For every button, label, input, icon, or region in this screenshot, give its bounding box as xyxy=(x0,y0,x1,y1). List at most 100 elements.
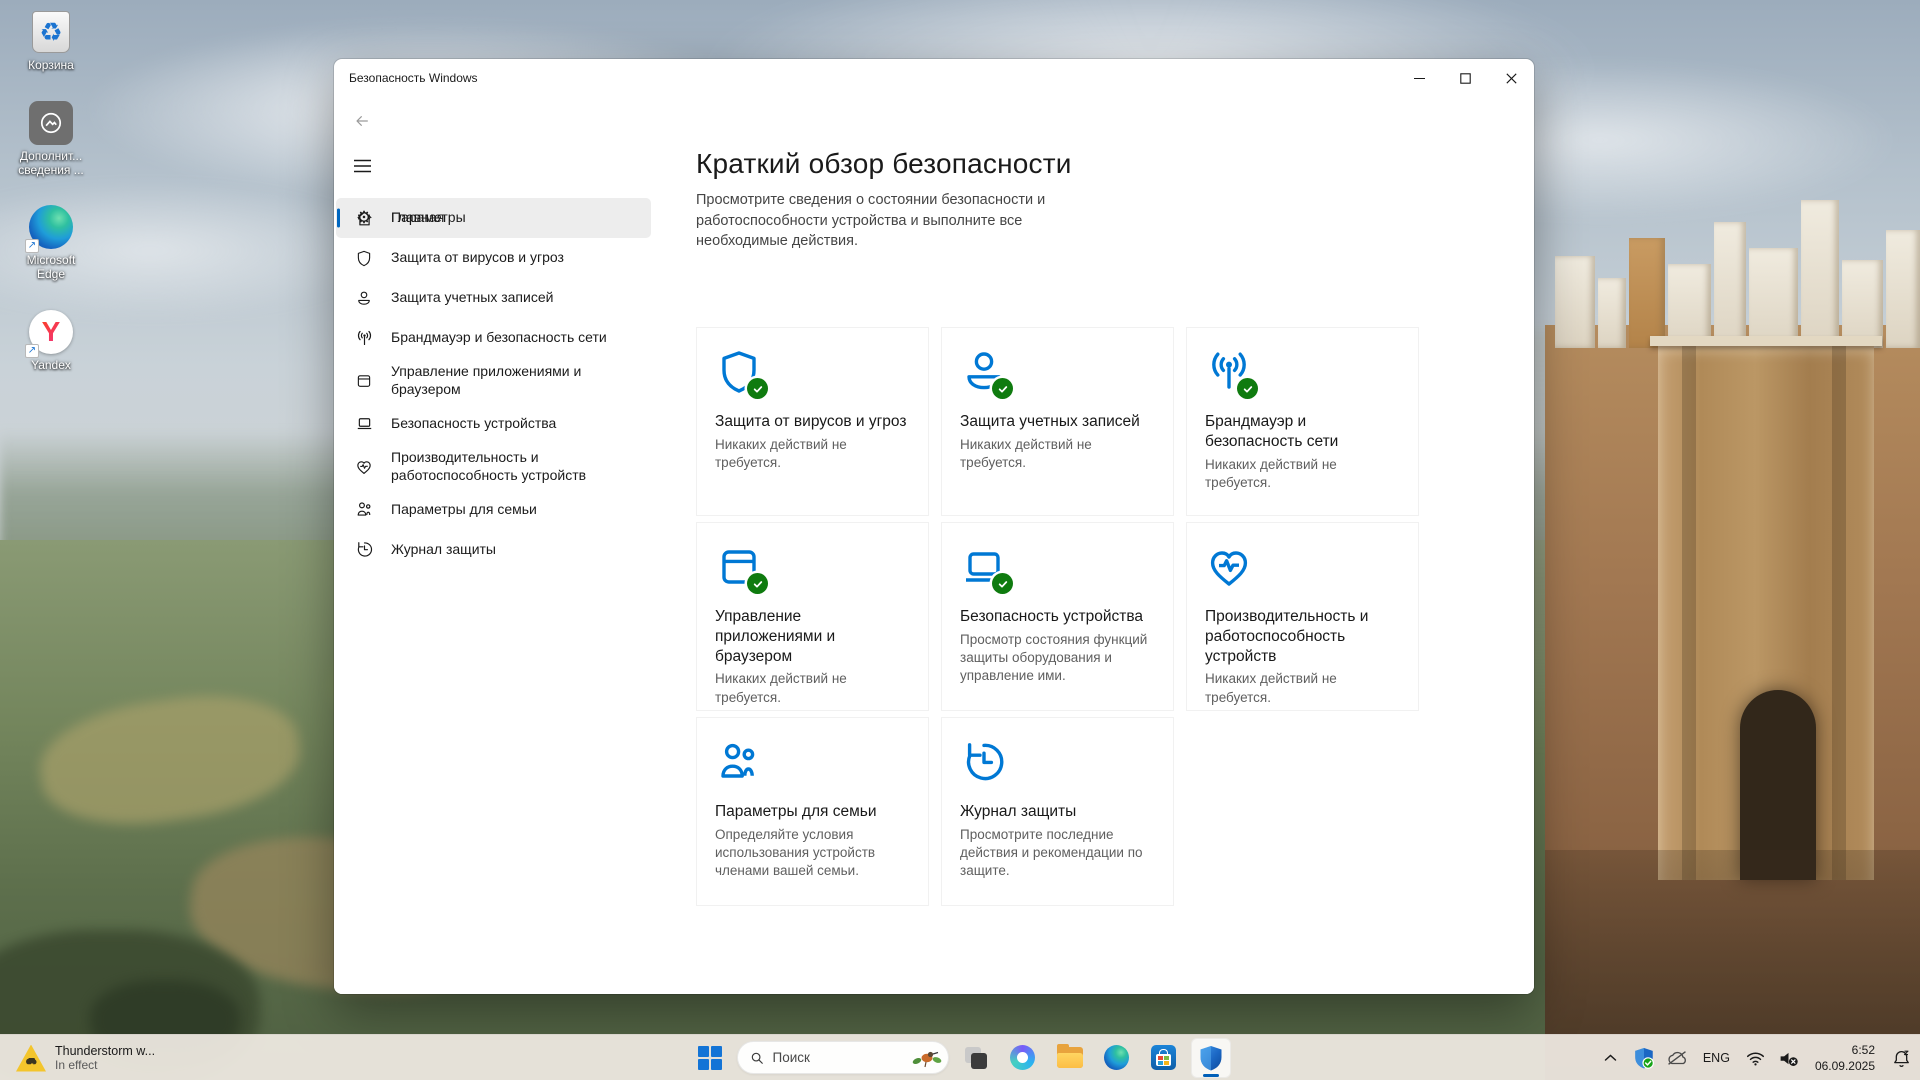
card-title: Управление приложениями и браузером xyxy=(715,607,910,666)
shield-icon xyxy=(715,348,763,396)
tray-wifi-icon[interactable] xyxy=(1745,1043,1767,1073)
titlebar: Безопасность Windows xyxy=(334,59,1534,97)
sidebar-item-label: Параметры xyxy=(391,209,466,227)
desktop-icon-yandex[interactable]: Y↗ Yandex xyxy=(6,308,96,373)
shortcut-arrow-icon: ↗ xyxy=(25,239,39,253)
edge-icon: ↗ xyxy=(27,203,75,251)
start-button[interactable] xyxy=(690,1038,730,1078)
app-window-icon xyxy=(715,543,763,591)
search-box[interactable]: Поиск xyxy=(737,1041,949,1074)
heart-pulse-icon xyxy=(1205,543,1253,591)
task-view-icon xyxy=(964,1046,988,1070)
card-title: Параметры для семьи xyxy=(715,802,910,822)
card-title: Защита учетных записей xyxy=(960,412,1155,432)
card-title: Защита от вирусов и угроз xyxy=(715,412,910,432)
desktop-icon-label: MicrosoftEdge xyxy=(27,254,76,282)
security-card-grid: Защита от вирусов и угроз Никаких действ… xyxy=(696,327,1419,906)
task-view-button[interactable] xyxy=(956,1038,996,1078)
gear-icon: ⚙ xyxy=(354,208,374,228)
check-badge-icon xyxy=(992,573,1013,594)
card-family-options[interactable]: Параметры для семьи Определяйте условия … xyxy=(696,717,929,906)
windows-security-window: Безопасность Windows Гла xyxy=(334,59,1534,994)
desktop-icon-list: ♻ Корзина Дополнит...сведения ... ↗ Micr… xyxy=(6,8,96,373)
card-description: Никаких действий не требуется. xyxy=(715,436,910,472)
sidebar: Главная Защита от вирусов и угроз Защита… xyxy=(334,97,653,994)
page-title: Краткий обзор безопасности xyxy=(696,148,1534,180)
search-icon xyxy=(750,1051,764,1065)
card-description: Просмотрите последние действия и рекомен… xyxy=(960,826,1155,881)
weather-title: Thunderstorm w... xyxy=(55,1044,155,1058)
tray-onedrive-offline-icon[interactable] xyxy=(1666,1043,1688,1073)
antenna-icon xyxy=(1205,348,1253,396)
yandex-icon: Y↗ xyxy=(27,308,75,356)
file-explorer-icon xyxy=(1057,1047,1083,1068)
microsoft-store-icon xyxy=(1151,1045,1176,1070)
desktop-icon-edge[interactable]: ↗ MicrosoftEdge xyxy=(6,203,96,282)
tray-language[interactable]: ENG xyxy=(1699,1049,1734,1067)
weather-alert-icon xyxy=(16,1045,46,1072)
card-description: Никаких действий не требуется. xyxy=(960,436,1155,472)
main-content: Краткий обзор безопасности Просмотрите с… xyxy=(653,97,1534,994)
check-badge-icon xyxy=(1237,378,1258,399)
card-device-health[interactable]: Производительность и работоспособность у… xyxy=(1186,522,1419,711)
check-badge-icon xyxy=(747,378,768,399)
card-description: Никаких действий не требуется. xyxy=(715,670,910,706)
weather-status: In effect xyxy=(55,1058,155,1072)
window-title: Безопасность Windows xyxy=(349,71,478,85)
maximize-button[interactable] xyxy=(1442,59,1488,97)
card-app-browser-control[interactable]: Управление приложениями и браузером Ника… xyxy=(696,522,929,711)
check-badge-icon xyxy=(992,378,1013,399)
close-button[interactable] xyxy=(1488,59,1534,97)
card-title: Безопасность устройства xyxy=(960,607,1155,627)
windows-logo-icon xyxy=(698,1046,722,1070)
microsoft-store-button[interactable] xyxy=(1144,1038,1184,1078)
taskbar-center: Поиск xyxy=(690,1035,1231,1080)
file-explorer-button[interactable] xyxy=(1050,1038,1090,1078)
windows-security-button[interactable] xyxy=(1191,1038,1231,1078)
card-firewall[interactable]: Брандмауэр и безопасность сети Никаких д… xyxy=(1186,327,1419,516)
family-icon xyxy=(715,738,763,786)
tray-notification-bell-icon[interactable] xyxy=(1890,1043,1912,1073)
desktop-icon-recycle-bin[interactable]: ♻ Корзина xyxy=(6,8,96,73)
menu-button[interactable] xyxy=(347,153,377,179)
desktop-icon-label: Корзина xyxy=(28,59,74,73)
copilot-icon xyxy=(1010,1045,1035,1070)
tray-security-shield-icon[interactable] xyxy=(1633,1043,1655,1073)
copilot-button[interactable] xyxy=(1003,1038,1043,1078)
sidebar-footer: ⚙ Параметры xyxy=(336,198,651,984)
weather-widget[interactable]: Thunderstorm w... In effect xyxy=(6,1035,165,1080)
search-highlight-bird-icon xyxy=(912,1047,942,1069)
shortcut-arrow-icon: ↗ xyxy=(25,344,39,358)
card-description: Никаких действий не требуется. xyxy=(1205,456,1400,492)
taskbar: Thunderstorm w... In effect Поиск xyxy=(0,1034,1920,1080)
desktop-icon-label: Дополнит...сведения ... xyxy=(18,150,84,178)
card-title: Брандмауэр и безопасность сети xyxy=(1205,412,1400,452)
card-protection-history[interactable]: Журнал защиты Просмотрите последние дейс… xyxy=(941,717,1174,906)
desktop-icon-additional-info[interactable]: Дополнит...сведения ... xyxy=(6,99,96,178)
tray-clock[interactable]: 6:52 06.09.2025 xyxy=(1811,1040,1879,1076)
minimize-button[interactable] xyxy=(1396,59,1442,97)
recycle-bin-icon: ♻ xyxy=(27,8,75,56)
person-icon xyxy=(960,348,1008,396)
card-virus-protection[interactable]: Защита от вирусов и угроз Никаких действ… xyxy=(696,327,929,516)
system-tray: ENG 6:52 06.09.2025 xyxy=(1600,1035,1912,1080)
page-subtitle: Просмотрите сведения о состоянии безопас… xyxy=(696,190,1084,252)
tray-time: 6:52 xyxy=(1815,1042,1875,1058)
card-account-protection[interactable]: Защита учетных записей Никаких действий … xyxy=(941,327,1174,516)
card-device-security[interactable]: Безопасность устройства Просмотр состоян… xyxy=(941,522,1174,711)
search-placeholder: Поиск xyxy=(773,1050,903,1065)
windows-security-icon xyxy=(1199,1045,1223,1071)
edge-icon xyxy=(1104,1045,1129,1070)
edge-button[interactable] xyxy=(1097,1038,1137,1078)
tray-chevron-up-icon[interactable] xyxy=(1600,1043,1622,1073)
card-description: Просмотр состояния функций защиты оборуд… xyxy=(960,631,1155,686)
image-placeholder-icon xyxy=(27,99,75,147)
check-badge-icon xyxy=(747,573,768,594)
desktop-icon-label: Yandex xyxy=(31,359,71,373)
back-button[interactable] xyxy=(347,108,377,134)
card-title: Производительность и работоспособность у… xyxy=(1205,607,1400,666)
tray-volume-muted-icon[interactable] xyxy=(1778,1043,1800,1073)
sidebar-item-settings[interactable]: ⚙ Параметры xyxy=(336,198,651,238)
card-description: Никаких действий не требуется. xyxy=(1205,670,1400,706)
card-title: Журнал защиты xyxy=(960,802,1155,822)
